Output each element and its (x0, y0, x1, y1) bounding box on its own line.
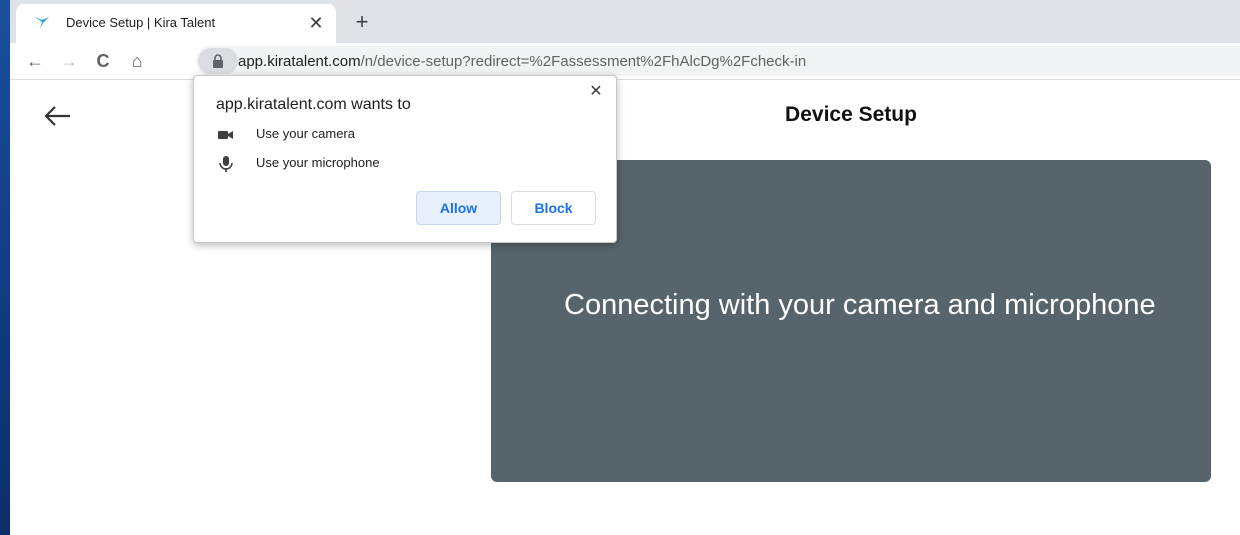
tab-strip: Device Setup | Kira Talent ✕ + (10, 0, 1240, 43)
page-title: Device Setup (785, 103, 917, 126)
permission-label: Use your microphone (256, 155, 380, 170)
reload-button[interactable]: C (90, 48, 116, 74)
tab-close-icon[interactable]: ✕ (304, 11, 328, 35)
allow-button[interactable]: Allow (416, 191, 501, 225)
video-camera-icon (218, 131, 233, 139)
close-icon[interactable]: ✕ (586, 82, 606, 102)
site-info-button[interactable] (198, 48, 238, 74)
lock-icon (213, 54, 223, 68)
tab-title: Device Setup | Kira Talent (66, 15, 216, 30)
camera-connecting-message: Connecting with your camera and micropho… (564, 289, 1156, 321)
url-host: app.kiratalent.com (238, 53, 361, 70)
browser-window: Device Setup | Kira Talent ✕ + ← → C ⌂ a… (10, 0, 1240, 535)
popup-title: app.kiratalent.com wants to (216, 96, 411, 113)
permission-popup: ✕ app.kiratalent.com wants to Use your c… (193, 75, 617, 243)
back-button[interactable]: ← (22, 48, 48, 74)
tab-device-setup[interactable]: Device Setup | Kira Talent ✕ (16, 4, 336, 43)
new-tab-button[interactable]: + (348, 9, 376, 37)
forward-button[interactable]: → (56, 48, 82, 74)
block-button[interactable]: Block (511, 191, 596, 225)
kira-bird-icon (35, 17, 49, 29)
microphone-icon (219, 156, 233, 172)
url-path: /n/device-setup?redirect=%2Fassessment%2… (360, 53, 807, 70)
permission-label: Use your camera (256, 126, 355, 141)
address-bar[interactable]: app.kiratalent.com/n/device-setup?redire… (196, 46, 1240, 76)
url-text: app.kiratalent.com/n/device-setup?redire… (238, 53, 806, 70)
home-button[interactable]: ⌂ (124, 48, 150, 74)
back-arrow-icon[interactable] (42, 104, 72, 128)
